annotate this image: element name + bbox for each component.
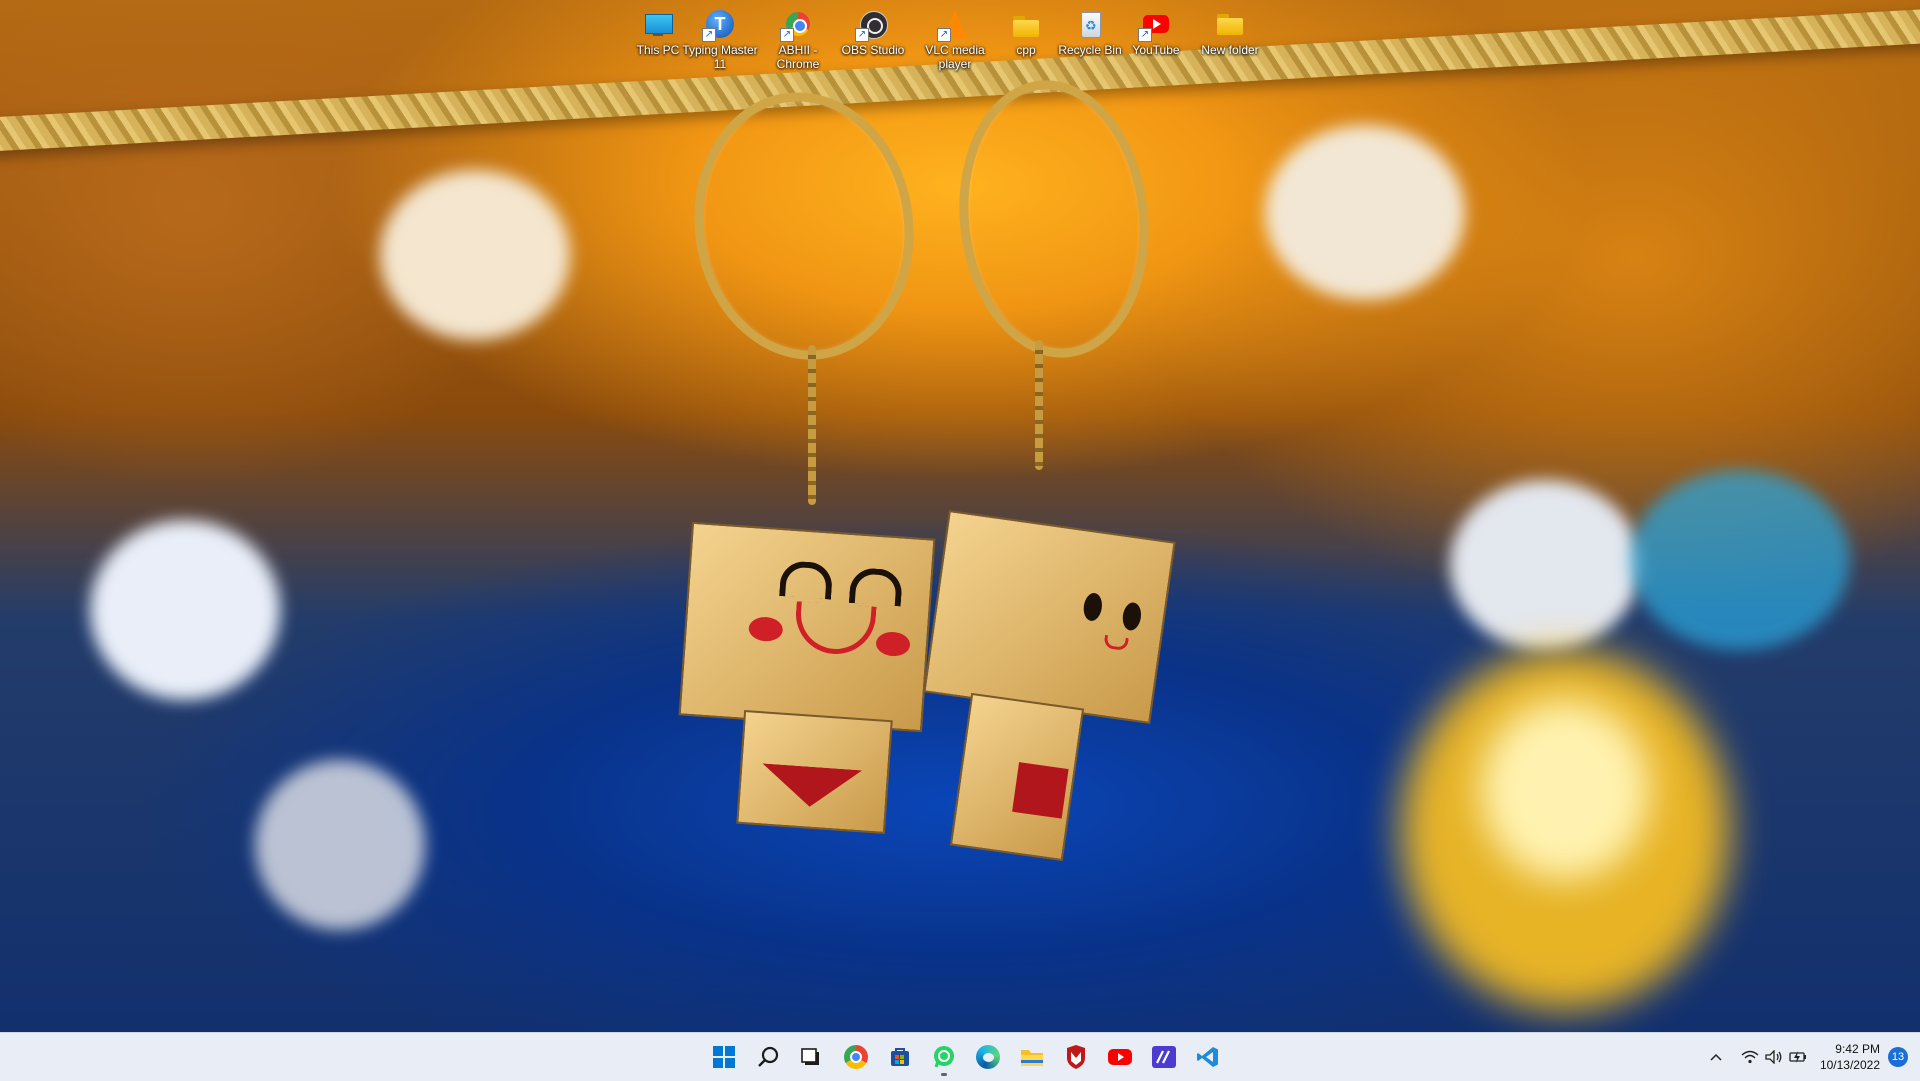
task-view-icon — [801, 1048, 819, 1065]
pen-app-icon — [1152, 1046, 1176, 1068]
bokeh-light — [1450, 480, 1640, 650]
speaker-icon — [1765, 1050, 1782, 1064]
edge-icon — [976, 1045, 1000, 1069]
taskbar-file-explorer[interactable] — [1010, 1037, 1054, 1077]
taskbar-pen-app[interactable] — [1142, 1037, 1186, 1077]
file-explorer-icon — [1021, 1050, 1043, 1066]
bokeh-light — [1265, 125, 1465, 300]
taskbar-mcafee[interactable] — [1054, 1037, 1098, 1077]
keychain-body — [949, 692, 1085, 862]
volume-button[interactable] — [1762, 1045, 1786, 1069]
recycle-bin-icon: ♻ — [1074, 8, 1106, 40]
eye — [1081, 591, 1104, 623]
bokeh-light — [380, 170, 570, 340]
keychain-chain — [1035, 340, 1043, 470]
cheek — [747, 615, 784, 643]
obs-studio-icon: ↗ — [855, 8, 889, 42]
keyring — [677, 78, 931, 374]
keyring — [945, 70, 1163, 368]
desktop-icon-abhii-chrome[interactable]: ↗ ABHII - Chrome — [760, 8, 836, 71]
clock[interactable]: 9:42 PM 10/13/2022 — [1820, 1041, 1880, 1073]
cheek — [875, 630, 911, 658]
desktop-icon-obs-studio[interactable]: ↗ OBS Studio — [835, 8, 911, 57]
clock-date: 10/13/2022 — [1819, 1058, 1880, 1072]
vlc-icon: ↗ — [937, 8, 971, 42]
typing-master-icon: T ↗ — [702, 8, 736, 42]
vscode-icon — [1197, 1047, 1218, 1067]
desktop-wallpaper — [0, 0, 1920, 1032]
search-button[interactable] — [746, 1037, 790, 1077]
desktop-icon-youtube[interactable]: ↗ YouTube — [1118, 8, 1194, 57]
bokeh-light — [1630, 470, 1850, 650]
closed-eye — [848, 566, 904, 607]
desktop-icon-new-folder[interactable]: New folder — [1192, 8, 1268, 57]
folder-icon — [1214, 8, 1246, 40]
taskbar-edge[interactable] — [966, 1037, 1010, 1077]
clock-time: 9:42 PM — [1835, 1042, 1880, 1056]
bokeh-light — [90, 520, 280, 700]
taskbar-apps — [702, 1033, 1230, 1081]
desktop-icon-typing-master[interactable]: T ↗ Typing Master 11 — [682, 8, 758, 71]
taskbar-vscode[interactable] — [1186, 1037, 1230, 1077]
chrome-profile-icon: ↗ — [780, 8, 814, 42]
desktop-icon-vlc[interactable]: ↗ VLC media player — [917, 8, 993, 71]
notification-badge[interactable]: 13 — [1888, 1047, 1908, 1067]
bokeh-light — [255, 760, 425, 930]
taskbar-store[interactable] — [878, 1037, 922, 1077]
store-icon — [891, 1048, 909, 1066]
task-view-button[interactable] — [790, 1037, 834, 1077]
search-icon — [758, 1046, 779, 1067]
keychain-head — [923, 509, 1176, 725]
show-hidden-icons-button[interactable] — [1704, 1045, 1728, 1069]
folder-icon — [1010, 8, 1042, 40]
desktop-icon-recycle-bin[interactable]: ♻ Recycle Bin — [1052, 8, 1128, 57]
start-button[interactable] — [702, 1037, 746, 1077]
this-pc-icon — [642, 8, 674, 40]
whatsapp-icon — [934, 1046, 954, 1068]
taskbar-whatsapp[interactable] — [922, 1037, 966, 1077]
taskbar-chrome[interactable] — [834, 1037, 878, 1077]
smile — [1103, 634, 1129, 652]
red-outfit — [760, 763, 863, 810]
battery-charging-icon — [1789, 1051, 1806, 1063]
eye — [1121, 601, 1143, 632]
keychain-chain — [808, 345, 816, 505]
chevron-up-icon — [1710, 1053, 1722, 1061]
closed-eye — [779, 560, 834, 600]
wifi-button[interactable] — [1738, 1045, 1762, 1069]
keychain-body — [736, 709, 893, 835]
chrome-icon — [844, 1045, 868, 1069]
youtube-icon: ↗ — [1138, 8, 1172, 42]
system-tray: 9:42 PM 10/13/2022 13 — [1704, 1033, 1920, 1081]
windows-start-icon — [713, 1046, 735, 1068]
wifi-icon — [1741, 1050, 1759, 1064]
bokeh-light — [1480, 700, 1650, 880]
mcafee-icon — [1067, 1045, 1085, 1069]
keychain-head — [678, 521, 936, 733]
taskbar: 9:42 PM 10/13/2022 13 — [0, 1032, 1920, 1081]
red-outfit — [1012, 762, 1069, 819]
taskbar-youtube[interactable] — [1098, 1037, 1142, 1077]
battery-button[interactable] — [1786, 1045, 1810, 1069]
smile — [793, 601, 877, 657]
youtube-icon — [1108, 1049, 1132, 1065]
